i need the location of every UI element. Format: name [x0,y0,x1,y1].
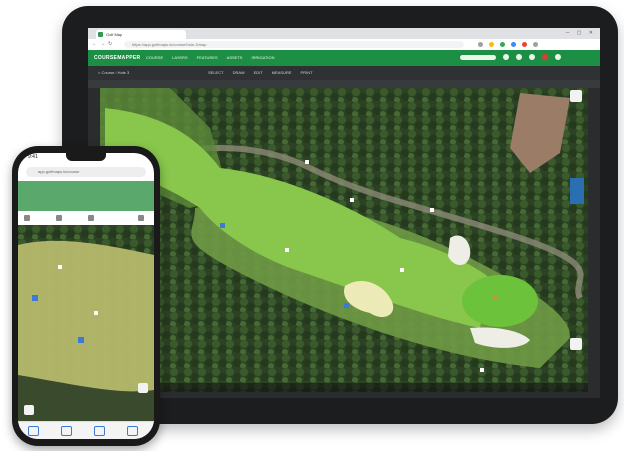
zoom-out-icon[interactable] [570,338,582,350]
map-tools: SELECT DRAW EDIT MEASURE PRINT [208,70,313,75]
phone-url-bar[interactable]: app.golfmaps.io/course [26,167,146,177]
menu-icon[interactable] [533,42,538,47]
map-imagery [100,88,588,392]
pool [570,178,584,204]
phone-url-text: app.golfmaps.io/course [38,169,80,174]
reload-icon[interactable]: ↻ [108,41,115,47]
asset-marker-icon[interactable] [480,368,484,372]
zoom-icon[interactable] [138,383,148,393]
notification-icon[interactable] [542,54,548,60]
back-icon[interactable] [28,426,39,436]
browser-tab[interactable]: Golf Map [96,30,186,39]
menu-icon[interactable] [24,215,30,221]
asset-marker-icon[interactable] [78,337,84,343]
layers-icon[interactable] [503,54,509,60]
zoom-in-icon[interactable] [570,90,582,102]
nav-item[interactable]: LAYERS [172,55,188,60]
nav-item[interactable]: FEATURES [197,55,218,60]
putting-green [462,275,538,327]
asset-marker-icon[interactable] [400,268,404,272]
asset-marker-icon[interactable] [285,248,289,252]
satellite-map[interactable] [100,88,588,392]
favicon-icon [98,32,103,37]
window-controls[interactable]: ─ ▢ ✕ [566,30,596,36]
asset-marker-icon[interactable] [350,198,354,202]
tool-button[interactable]: DRAW [233,70,245,75]
nav-item[interactable]: COURSE [146,55,163,60]
tab-title: Golf Map [106,32,123,37]
help-icon[interactable] [516,54,522,60]
browser-tab-strip: Golf Map ─ ▢ ✕ [88,28,600,39]
browser-nav-buttons[interactable]: ←→↻ [92,41,115,47]
asset-marker-icon[interactable] [220,223,225,228]
phone-app-header [18,181,154,211]
asset-marker-icon[interactable] [305,160,309,164]
extension-icon[interactable] [500,42,505,47]
nav-item[interactable]: ASSETS [227,55,243,60]
extension-icon[interactable] [489,42,494,47]
phone-toolbar-icons [24,215,144,221]
tool-button[interactable]: MEASURE [272,70,292,75]
status-bar: 9:41 [28,154,144,162]
status-time: 9:41 [28,154,38,160]
extension-icon[interactable] [478,42,483,47]
extension-icon[interactable] [511,42,516,47]
extension-icons [478,41,538,48]
tool-button[interactable]: SELECT [208,70,224,75]
phone-bottom-bar [18,421,154,439]
app-logo[interactable]: COURSEMAPPER [94,55,140,61]
header-actions [460,54,561,60]
search-icon[interactable] [88,215,94,221]
layers-icon[interactable] [56,215,62,221]
avatar[interactable] [555,54,561,60]
pin-icon [493,296,497,300]
share-icon[interactable] [61,426,72,436]
phone-toolbar [18,211,154,226]
extension-icon[interactable] [522,42,527,47]
phone-bottom-icons [28,426,138,436]
map-footer: Imagery ©2024 [100,383,588,392]
app-nav: COURSE LAYERS FEATURES ASSETS IRRIGATION [146,55,275,60]
asset-marker-icon[interactable] [344,303,349,308]
phone-satellite-map[interactable] [18,225,154,421]
back-icon[interactable]: ← [92,41,100,47]
fairway [18,240,154,400]
tabs-icon[interactable] [127,426,138,436]
bookmark-icon[interactable] [94,426,105,436]
asset-marker-icon[interactable] [32,295,38,301]
nav-item[interactable]: IRRIGATION [251,55,274,60]
phone-screen: 9:41 app.golfmaps.io/course [18,153,154,439]
asset-marker-icon[interactable] [430,208,434,212]
tablet-screen: Golf Map ─ ▢ ✕ ←→↻ https://app.golfmaps.… [88,28,600,398]
url-text: https://app.golfmaps.io/course/hole-3/ma… [132,42,207,47]
search-field[interactable] [460,54,496,60]
asset-marker-icon[interactable] [58,265,62,269]
app-header: COURSEMAPPER COURSE LAYERS FEATURES ASSE… [88,50,600,66]
locate-icon[interactable] [24,405,34,415]
breadcrumb[interactable]: < Course / Hole 3 [98,70,129,75]
tool-button[interactable]: PRINT [301,70,313,75]
phone-map-imagery [18,225,154,421]
settings-icon[interactable] [529,54,535,60]
tool-button[interactable]: EDIT [254,70,263,75]
map-subtoolbar [88,80,600,88]
asset-marker-icon[interactable] [94,311,98,315]
forward-icon[interactable]: → [100,41,108,47]
url-input[interactable]: https://app.golfmaps.io/course/hole-3/ma… [124,41,464,48]
settings-icon[interactable] [138,215,144,221]
map-toolbar: < Course / Hole 3 SELECT DRAW EDIT MEASU… [88,66,600,80]
